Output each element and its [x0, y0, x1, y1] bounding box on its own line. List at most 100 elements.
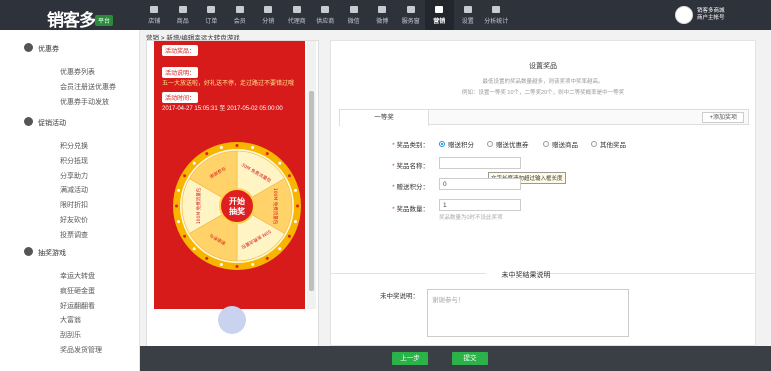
- nav-label: 营销: [433, 18, 446, 25]
- nav-item-10[interactable]: 营销: [425, 0, 454, 30]
- desc-text: 五一大放送啦，好礼送不停，走过路过不要错过哦: [162, 81, 295, 87]
- sidebar-item[interactable]: 投票调查: [60, 230, 88, 240]
- promotion-icon: [24, 117, 33, 126]
- main-nav: 店铺 商品 订单 会员 分销 代理商 供应商 微信 微博 服务窗 营销 设置 分析统计: [140, 0, 511, 30]
- settings-icon: [463, 5, 472, 13]
- app-logo[interactable]: 销客多: [47, 6, 96, 31]
- wheel-start-label[interactable]: 开始: [229, 196, 245, 206]
- prize-type-radio[interactable]: 其他奖品: [591, 139, 626, 149]
- sidebar-item[interactable]: 积分兑换: [60, 141, 88, 151]
- quantity-input[interactable]: 1: [439, 199, 521, 211]
- time-tag: 活动时间：: [162, 92, 199, 103]
- avatar[interactable]: [675, 6, 693, 24]
- supplier-icon: [321, 5, 330, 13]
- nav-item-8[interactable]: 微博: [368, 0, 397, 30]
- settings-panel: 设置奖品 最低设置的奖品数量越多，则该奖项中奖率越高。 例如：设置一等奖 10个…: [330, 40, 756, 346]
- nav-item-9[interactable]: 服务窗: [397, 0, 426, 30]
- nav-label: 服务窗: [401, 18, 420, 25]
- sidebar-item[interactable]: 奖品发货管理: [60, 345, 102, 355]
- store-icon: [150, 5, 159, 13]
- nav-item-6[interactable]: 供应商: [311, 0, 340, 30]
- time-text: 2017-04-27 15:05:31 至 2017-05-02 05:00:0…: [162, 106, 283, 112]
- prize-type-radio[interactable]: 赠送优惠券: [487, 139, 529, 149]
- sidebar-item[interactable]: 刮刮乐: [60, 330, 81, 340]
- nav-item-2[interactable]: 订单: [197, 0, 226, 30]
- nav-label: 会员: [233, 18, 246, 25]
- sidebar-item[interactable]: 大富翁: [60, 315, 81, 325]
- sidebar-group-title[interactable]: 抽奖游戏: [24, 247, 66, 258]
- prev-step-button[interactable]: 上一步: [392, 352, 428, 365]
- nav-item-11[interactable]: 设置: [454, 0, 483, 30]
- user-account-type: 商户主帐号: [697, 15, 725, 21]
- nav-item-1[interactable]: 商品: [169, 0, 198, 30]
- nav-item-0[interactable]: 店铺: [140, 0, 169, 30]
- nav-label: 订单: [205, 18, 218, 25]
- member-icon: [235, 5, 244, 13]
- no-win-textarea[interactable]: 谢谢参与！: [427, 289, 629, 337]
- goods-icon: [178, 5, 187, 13]
- sidebar-item[interactable]: 积分抵现: [60, 156, 88, 166]
- nav-item-3[interactable]: 会员: [226, 0, 255, 30]
- user-shop-name: 销客多商城: [697, 8, 725, 14]
- wheel-draw-label[interactable]: 抽奖: [229, 206, 246, 216]
- user-menu[interactable]: 销客多商城 商户主帐号: [675, 6, 725, 24]
- sidebar-item[interactable]: 疯狂砸金蛋: [60, 286, 95, 296]
- nav-label: 设置: [461, 18, 474, 25]
- top-navbar: 销客多 平台 店铺 商品 订单 会员 分销 代理商 供应商 微信 微博 服务窗 营销 设置 分析统计 销…: [0, 0, 771, 31]
- analytics-icon: [492, 5, 501, 13]
- sidebar-item[interactable]: 好运翻翻看: [60, 301, 95, 311]
- prize-name-input[interactable]: [439, 157, 521, 169]
- prize-type-radio[interactable]: 赠送商品: [543, 139, 578, 149]
- section-title-award: 设置奖品: [529, 63, 557, 70]
- submit-button[interactable]: 提交: [452, 352, 488, 365]
- sidebar-item[interactable]: 优惠券手动发放: [60, 97, 109, 107]
- logo-badge: 平台: [95, 15, 114, 26]
- points-input[interactable]: 0: [439, 178, 521, 190]
- home-button[interactable]: [218, 306, 246, 334]
- add-award-button[interactable]: +添加奖项: [702, 112, 744, 123]
- points-label: * 赠送积分：: [392, 184, 429, 191]
- sidebar-group-title[interactable]: 优惠券: [24, 43, 59, 54]
- agent-icon: [292, 5, 301, 13]
- sidebar-item[interactable]: 好友砍价: [60, 215, 88, 225]
- prize-type-radio[interactable]: 赠送积分: [439, 139, 474, 149]
- quantity-label: * 奖品数量：: [392, 206, 429, 213]
- wheel-segment-label: 100M 免费流量包: [195, 187, 202, 224]
- footer-bar: 上一步 提交: [140, 346, 771, 371]
- nav-item-12[interactable]: 分析统计: [482, 0, 511, 30]
- marketing-icon: [435, 5, 444, 13]
- nav-item-4[interactable]: 分销: [254, 0, 283, 30]
- nav-item-5[interactable]: 代理商: [283, 0, 312, 30]
- sidebar: 优惠券优惠券列表会员注册送优惠券 优惠券手动发放促销活动积分兑换积分抵现分享助力满…: [0, 30, 140, 371]
- nav-label: 供应商: [316, 18, 335, 25]
- nav-label: 微博: [376, 18, 389, 25]
- desc-tag: 活动说明：: [162, 67, 199, 78]
- sidebar-item[interactable]: 会员注册送优惠券: [60, 82, 116, 92]
- sidebar-item[interactable]: 满减活动: [60, 185, 88, 195]
- nav-label: 店铺: [148, 18, 161, 25]
- coupon-icon: [24, 43, 33, 52]
- section-title-no-win: 未中奖结果说明: [501, 272, 551, 279]
- nav-label: 商品: [176, 18, 189, 25]
- nav-item-7[interactable]: 微信: [340, 0, 369, 30]
- preview-scrollbar[interactable]: [307, 41, 316, 309]
- type-label: * 奖品类别：: [392, 142, 429, 149]
- service-window-icon: [406, 5, 415, 13]
- sidebar-item[interactable]: 限时折扣: [60, 200, 88, 210]
- nav-label: 分销: [262, 18, 275, 25]
- lucky-wheel: 30M 免费流量包 100M 免费流量包 50M 免费流量包 谢谢参与 100M 免费流…: [172, 141, 302, 271]
- sidebar-item[interactable]: 分享助力: [60, 171, 88, 181]
- award-tabs: 一等奖 +添加奖项: [339, 109, 749, 126]
- sidebar-group-title[interactable]: 促销活动: [24, 117, 66, 128]
- lottery-icon: [24, 247, 33, 256]
- preview-canvas: 活动奖品： 活动说明： 五一大放送啦，好礼送不停，走过路过不要错过哦 活动时间：…: [154, 41, 305, 309]
- order-icon: [207, 5, 216, 13]
- prize-tag: 活动奖品：: [162, 45, 199, 56]
- no-win-label: 未中奖说明：: [380, 293, 419, 300]
- sidebar-item[interactable]: 幸运大转盘: [60, 271, 95, 281]
- wechat-icon: [349, 5, 358, 13]
- sidebar-item[interactable]: 优惠券列表: [60, 67, 95, 77]
- tab-first-prize[interactable]: 一等奖: [339, 109, 429, 126]
- nav-label: 分析统计: [484, 18, 509, 25]
- phone-preview: 活动奖品： 活动说明： 五一大放送啦，好礼送不停，走过路过不要错过哦 活动时间：…: [146, 40, 319, 360]
